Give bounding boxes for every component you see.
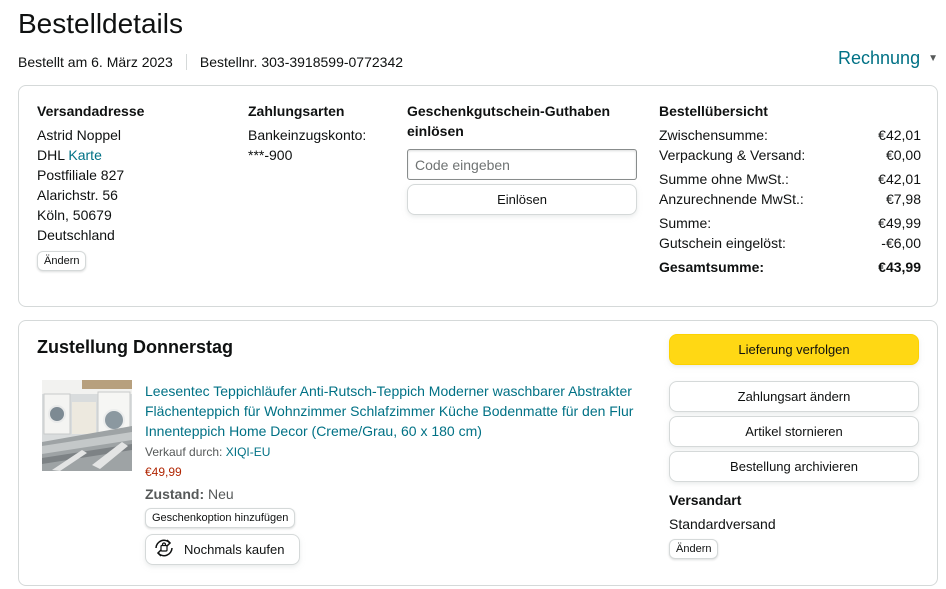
address-line: Alarichstr. 56 [37, 187, 118, 203]
summary-value: -€6,00 [881, 235, 921, 251]
address-line: Köln, 50679 [37, 207, 112, 223]
summary-label: Summe ohne MwSt.: [659, 171, 789, 187]
summary-value: €49,99 [878, 215, 921, 231]
order-date: Bestellt am 6. März 2023 [18, 54, 173, 70]
product-title-link[interactable]: Leesentec Teppichläufer Anti-Rutsch-Tepp… [145, 381, 645, 441]
archive-order-button[interactable]: Bestellung archivieren [669, 451, 919, 482]
order-totals-section: Bestellübersicht Zwischensumme: €42,01 V… [659, 101, 921, 277]
gift-code-input[interactable] [407, 149, 637, 180]
condition-label: Zustand: [145, 486, 205, 502]
redeem-button[interactable]: Einlösen [407, 184, 637, 215]
map-link[interactable]: Karte [68, 147, 101, 163]
payment-method: Bankeinzugskonto: [248, 127, 367, 143]
summary-row-shipping: Verpackung & Versand: €0,00 [659, 145, 921, 165]
summary-value: €42,01 [878, 127, 921, 143]
summary-value: €7,98 [885, 191, 921, 207]
meta-divider [185, 54, 187, 70]
summary-row-voucher: Gutschein eingelöst: -€6,00 [659, 233, 921, 253]
shipping-address-section: Versandadresse Astrid Noppel DHL Karte P… [37, 101, 227, 271]
delivery-box: Zustellung Donnerstag Leesentec Teppichl… [18, 320, 938, 586]
gift-card-heading: Geschenkgutschein-Guthaben einlösen [407, 103, 611, 139]
summary-label: Summe: [659, 215, 712, 231]
summary-row-vat: Anzurechnende MwSt.: €7,98 [659, 189, 921, 209]
summary-row-subtotal: Zwischensumme: €42,01 [659, 125, 921, 145]
summary-value: €43,99 [878, 259, 921, 275]
buy-again-label: Nochmals kaufen [184, 542, 285, 557]
address-heading: Versandadresse [37, 103, 145, 119]
shipping-method-label: Versandart [669, 492, 742, 508]
address-name: Astrid Noppel [37, 127, 122, 143]
product-info: Leesentec Teppichläufer Anti-Rutsch-Tepp… [145, 381, 645, 565]
condition-value: Neu [208, 486, 234, 502]
invoice-label[interactable]: Rechnung [838, 48, 920, 69]
address-carrier-line: DHL Karte [37, 145, 227, 165]
summary-label: Gutschein eingelöst: [659, 235, 786, 251]
invoice-dropdown[interactable]: Rechnung ▼ [838, 48, 938, 69]
product-condition: Zustand: Neu [145, 484, 645, 504]
chevron-down-icon[interactable]: ▼ [928, 53, 938, 64]
cancel-items-button[interactable]: Artikel stornieren [669, 416, 919, 447]
summary-label: Verpackung & Versand: [659, 147, 806, 163]
product-image[interactable] [42, 380, 132, 471]
payment-account: ***-900 [248, 147, 293, 163]
summary-row-net: Summe ohne MwSt.: €42,01 [659, 169, 921, 189]
gift-card-section: Geschenkgutschein-Guthaben einlösen Einl… [407, 101, 639, 215]
product-price: €49,99 [145, 465, 182, 479]
summary-heading: Bestellübersicht [659, 103, 768, 119]
address-line: Deutschland [37, 227, 115, 243]
summary-value: €42,01 [878, 171, 921, 187]
address-carrier: DHL [37, 147, 65, 163]
change-shipping-button[interactable]: Ändern [669, 539, 719, 559]
summary-row-sum: Summe: €49,99 [659, 213, 921, 233]
order-meta: Bestellt am 6. März 2023 Bestellnr. 303-… [18, 54, 403, 70]
buy-again-button[interactable]: Nochmals kaufen [145, 534, 300, 565]
payment-section: Zahlungsarten Bankeinzugskonto: ***-900 [248, 101, 398, 165]
buy-again-icon [152, 536, 176, 563]
address-line: Postfiliale 827 [37, 167, 125, 183]
delivery-title: Zustellung Donnerstag [37, 337, 234, 357]
seller-line: Verkauf durch: XIQI-EU [145, 444, 645, 460]
track-package-button[interactable]: Lieferung verfolgen [669, 334, 919, 365]
order-summary-box: Versandadresse Astrid Noppel DHL Karte P… [18, 85, 938, 307]
page-title: Bestelldetails [18, 8, 183, 39]
order-actions: Lieferung verfolgen Zahlungsart ändern A… [669, 334, 919, 559]
payment-heading: Zahlungsarten [248, 103, 345, 119]
gift-option-button[interactable]: Geschenkoption hinzufügen [145, 508, 296, 528]
summary-label: Zwischensumme: [659, 127, 768, 143]
seller-prefix: Verkauf durch: [145, 445, 223, 459]
order-number: Bestellnr. 303-3918599-0772342 [199, 54, 404, 70]
summary-label: Anzurechnende MwSt.: [659, 191, 804, 207]
change-payment-button[interactable]: Zahlungsart ändern [669, 381, 919, 412]
shipping-method-value: Standardversand [669, 516, 776, 532]
seller-link[interactable]: XIQI-EU [226, 445, 271, 459]
change-address-button[interactable]: Ändern [37, 251, 87, 271]
summary-label: Gesamtsumme: [659, 259, 765, 275]
summary-value: €0,00 [885, 147, 921, 163]
summary-row-grand-total: Gesamtsumme: €43,99 [659, 257, 921, 277]
